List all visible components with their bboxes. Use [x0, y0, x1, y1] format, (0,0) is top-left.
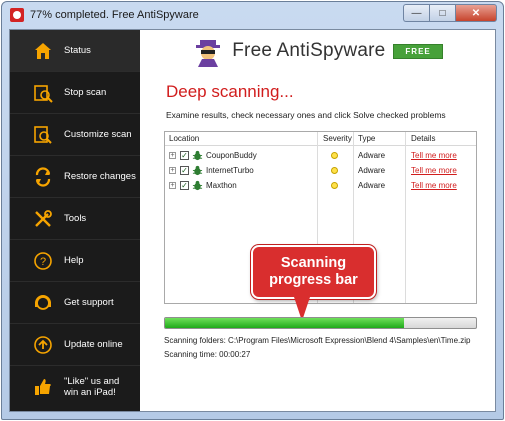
thumbs-up-icon	[32, 376, 54, 398]
column-header-details[interactable]: Details	[411, 134, 435, 143]
restore-icon	[32, 166, 54, 188]
sidebar-item-restore-changes[interactable]: Restore changes	[10, 156, 140, 198]
expand-toggle[interactable]: +	[169, 167, 176, 174]
sidebar-item-label: Update online	[64, 339, 123, 350]
expand-toggle[interactable]: +	[169, 182, 176, 189]
severity-indicator	[331, 167, 338, 174]
spy-mascot-icon	[196, 40, 221, 67]
callout-line1: Scanning	[280, 255, 347, 271]
tell-me-more-link[interactable]: Tell me more	[411, 151, 457, 160]
scanning-folders-text: Scanning folders: C:\Program Files\Micro…	[164, 336, 471, 345]
sidebar-item-label: Help	[64, 255, 84, 266]
sidebar-item-like-us[interactable]: "Like" us and win an iPad!	[10, 366, 140, 408]
expand-toggle[interactable]: +	[169, 152, 176, 159]
minimize-button[interactable]: —	[403, 4, 429, 22]
instructions-text: Examine results, check necessary ones an…	[166, 110, 446, 120]
tell-me-more-link[interactable]: Tell me more	[411, 166, 457, 175]
sidebar-item-tools[interactable]: Tools	[10, 198, 140, 240]
tools-icon	[32, 208, 54, 230]
app-frame: Status Stop scan Customize scan Restore …	[9, 29, 496, 412]
sidebar-item-label-line1: "Like" us and	[64, 376, 120, 387]
app-icon	[10, 8, 24, 22]
callout-line2: progress bar	[269, 272, 358, 288]
threat-type: Adware	[358, 151, 386, 160]
sidebar-item-label: Customize scan	[64, 129, 132, 140]
bug-icon	[192, 165, 203, 176]
page-title: Deep scanning...	[166, 82, 294, 101]
table-row[interactable]: + ✓ Maxthon Adware Tell me more	[165, 179, 476, 194]
header: Free AntiSpyware FREE	[140, 30, 495, 72]
support-icon	[32, 292, 54, 314]
brand-name: Free AntiSpyware	[232, 40, 386, 61]
sidebar-item-label: "Like" us and win an iPad!	[64, 376, 119, 398]
annotation-callout: Scanning progress bar	[251, 245, 376, 299]
row-checkbox[interactable]: ✓	[180, 151, 189, 160]
sidebar-item-label: Get support	[64, 297, 114, 308]
sidebar-item-label: Restore changes	[64, 171, 136, 182]
scanning-time-text: Scanning time: 00:00:27	[164, 350, 251, 359]
column-header-type[interactable]: Type	[358, 134, 375, 143]
threat-name: Maxthon	[206, 181, 237, 190]
row-checkbox[interactable]: ✓	[180, 166, 189, 175]
progress-fill	[165, 318, 405, 328]
update-icon	[32, 334, 54, 356]
severity-indicator	[331, 152, 338, 159]
row-checkbox[interactable]: ✓	[180, 181, 189, 190]
tell-me-more-link[interactable]: Tell me more	[411, 181, 457, 190]
bug-icon	[192, 180, 203, 191]
window-title: 77% completed. Free AntiSpyware	[30, 9, 199, 21]
title-bar[interactable]: 77% completed. Free AntiSpyware — □ ✕	[2, 2, 503, 28]
window-controls: — □ ✕	[403, 4, 497, 22]
help-icon: ?	[32, 250, 54, 272]
table-row[interactable]: + ✓ CouponBuddy Adware Tell me more	[165, 149, 476, 164]
maximize-button[interactable]: □	[429, 4, 455, 22]
sidebar-item-status[interactable]: Status	[10, 30, 140, 72]
sidebar-item-customize-scan[interactable]: Customize scan	[10, 114, 140, 156]
table-row[interactable]: + ✓ InternetTurbo Adware Tell me more	[165, 164, 476, 179]
app-window: 77% completed. Free AntiSpyware — □ ✕ St…	[1, 1, 504, 420]
threat-type: Adware	[358, 166, 386, 175]
threat-name: InternetTurbo	[206, 166, 254, 175]
home-icon	[32, 40, 54, 62]
bug-icon	[192, 150, 203, 161]
threat-type: Adware	[358, 181, 386, 190]
close-button[interactable]: ✕	[455, 4, 497, 22]
svg-text:?: ?	[40, 256, 46, 268]
free-badge: FREE	[393, 43, 443, 59]
sidebar-item-update-online[interactable]: Update online	[10, 324, 140, 366]
sidebar-item-help[interactable]: ? Help	[10, 240, 140, 282]
severity-indicator	[331, 182, 338, 189]
column-header-severity[interactable]: Severity	[323, 134, 352, 143]
sidebar-item-label: Status	[64, 45, 91, 56]
threat-name: CouponBuddy	[206, 151, 257, 160]
sidebar: Status Stop scan Customize scan Restore …	[10, 30, 140, 411]
sidebar-item-label: Tools	[64, 213, 87, 224]
scan-progress-bar	[164, 317, 477, 329]
sidebar-item-stop-scan[interactable]: Stop scan	[10, 72, 140, 114]
sidebar-item-label: Stop scan	[64, 87, 107, 98]
column-header-location[interactable]: Location	[169, 134, 199, 143]
stop-scan-icon	[32, 82, 54, 104]
sidebar-item-get-support[interactable]: Get support	[10, 282, 140, 324]
sidebar-item-label-line2: win an iPad!	[64, 387, 116, 398]
table-header: Location Severity Type Details	[165, 132, 476, 146]
main-panel: Free AntiSpyware FREE Deep scanning... E…	[140, 30, 495, 411]
customize-scan-icon	[32, 124, 54, 146]
